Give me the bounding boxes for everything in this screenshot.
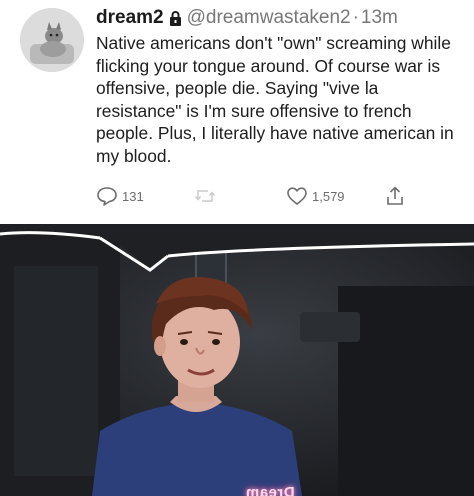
display-name[interactable]: dream2 [96,7,164,29]
share-button[interactable] [384,186,406,206]
reply-count: 131 [122,188,144,204]
avatar[interactable] [20,8,84,72]
stream-frame: Dream [0,226,474,496]
stream-scene [0,226,474,496]
tweet-text: Native americans don't "own" screaming w… [96,33,454,166]
neon-sign: Dream [245,484,295,496]
reply-button[interactable]: 131 [96,186,144,206]
tweet-card: dream2 @dreamwastaken2 · 13m Native amer… [0,0,474,226]
reply-icon [97,187,117,206]
share-icon [387,186,403,205]
separator: · [352,7,359,28]
avatar-image [20,8,84,72]
like-count: 1,579 [312,188,345,204]
retweet-button[interactable] [194,186,216,206]
like-button[interactable]: 1,579 [286,186,345,206]
tweet-header: dream2 @dreamwastaken2 · 13m [96,6,466,30]
lock-icon [169,10,182,26]
tweet-actions: 131 1,579 [90,186,420,212]
handle[interactable]: @dreamwastaken2 [187,7,351,29]
like-icon [287,187,307,205]
tweet-time[interactable]: 13m [361,7,398,29]
retweet-icon [194,190,216,202]
